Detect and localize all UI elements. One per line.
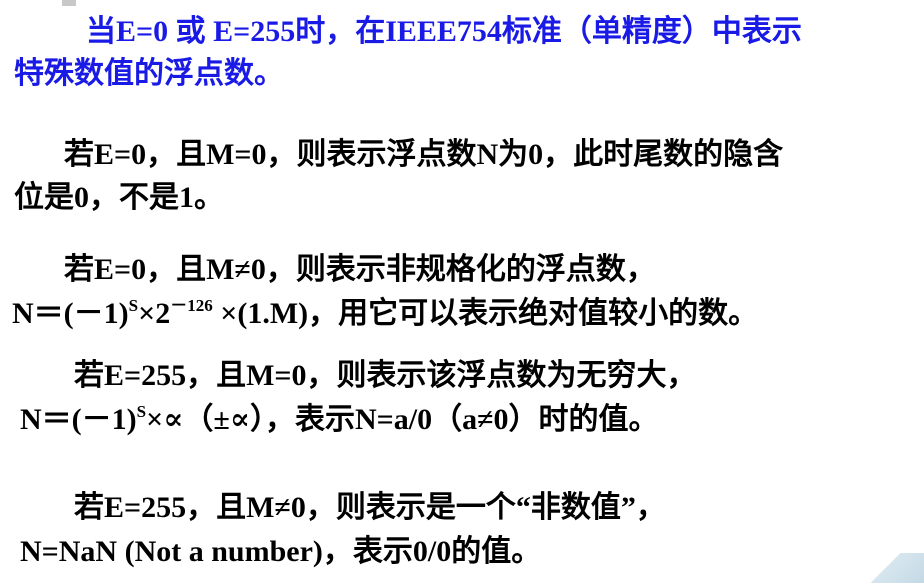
case3-formula-sup: S (136, 402, 147, 421)
slide: 当E=0 或 E=255时，在IEEE754标准（单精度）中表示 特殊数值的浮点… (0, 0, 924, 583)
intro-line-1: 当E=0 或 E=255时，在IEEE754标准（单精度）中表示 (86, 15, 802, 48)
corner-mark (62, 0, 76, 6)
case2-formula-sup1: S (128, 296, 139, 315)
intro-line-2: 特殊数值的浮点数。 (14, 57, 284, 90)
case4-line-2: N=NaN (Not a number)，表示0/0的值。 (20, 535, 542, 568)
case2-formula-mid: ×2 (138, 297, 171, 330)
case2-line-1: 若E=0，且M≠0，则表示非规格化的浮点数， (64, 253, 656, 286)
case3-formula: N＝(－1)S×∝（±∝），表示N=a/0（a≠0）时的值。 (20, 402, 659, 438)
case3-formula-prefix: N＝(－1) (20, 403, 137, 436)
case2-formula-suffix: ×(1.M)，用它可以表示绝对值较小的数。 (212, 297, 759, 330)
case2-formula-prefix: N＝(－1) (12, 297, 129, 330)
slide-corner-decoration (864, 553, 924, 583)
case4-line-1: 若E=255，且M≠0，则表示是一个“非数值”， (74, 491, 666, 524)
case2-formula: N＝(－1)S×2－126 ×(1.M)，用它可以表示绝对值较小的数。 (12, 296, 758, 332)
case3-line-1: 若E=255，且M=0，则表示该浮点数为无穷大， (74, 359, 697, 392)
case1-line-1: 若E=0，且M=0，则表示浮点数N为0，此时尾数的隐含 (64, 138, 784, 171)
case1-line-2: 位是0，不是1。 (14, 181, 224, 214)
case2-formula-sup2: －126 (170, 296, 213, 315)
case3-formula-suffix: ×∝（±∝），表示N=a/0（a≠0）时的值。 (146, 403, 659, 436)
